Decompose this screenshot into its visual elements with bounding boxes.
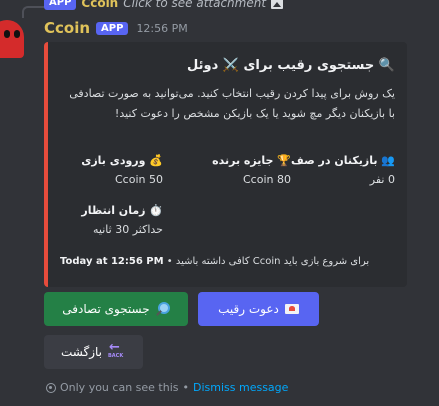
field-name: 💰 ورودی بازی: [81, 154, 163, 167]
ephemeral-separator: •: [182, 381, 190, 394]
field-value: 80 Ccoin: [243, 173, 291, 186]
field-wait-time: ⏱️ زمان انتظار حداکثر 30 ثانیه: [63, 204, 163, 236]
author-name[interactable]: Ccoin: [44, 19, 90, 37]
referenced-message[interactable]: APP Ccoin Click to see attachment: [44, 0, 284, 12]
back-button[interactable]: بازگشت: [44, 335, 143, 369]
message-timestamp: 12:56 PM: [136, 21, 188, 35]
field-value: حداکثر 30 ثانیه: [93, 223, 163, 236]
reference-author[interactable]: Ccoin: [81, 0, 118, 10]
app-badge: APP: [96, 21, 129, 35]
back-label: بازگشت: [61, 345, 102, 359]
field-value: 50 Ccoin: [115, 173, 163, 186]
field-name: ⏱️ زمان انتظار: [81, 204, 163, 217]
field-prize: 🏆 جایزه برنده 80 Ccoin: [191, 154, 291, 186]
ephemeral-note: Only you can see this • Dismiss message: [46, 381, 288, 394]
random-search-button[interactable]: جستجوی تصادفی: [44, 292, 188, 326]
field-queue: 👥 بازیکنان در صف 0 نفر: [290, 154, 395, 186]
ephemeral-text: Only you can see this: [60, 381, 179, 394]
magnifier-icon: [156, 302, 170, 316]
footer-text: برای شروع بازی باید Ccoin کافی داشته باش…: [175, 256, 370, 267]
field-entry-fee: 💰 ورودی بازی 50 Ccoin: [63, 154, 163, 186]
field-value: 0 نفر: [369, 173, 395, 186]
field-name: 👥 بازیکنان در صف: [290, 154, 395, 167]
avatar[interactable]: [0, 20, 28, 60]
invite-opponent-label: دعوت رقیب: [218, 302, 279, 316]
field-name: 🏆 جایزه برنده: [212, 154, 291, 167]
image-icon: [271, 0, 284, 9]
envelope-icon: [284, 304, 299, 314]
embed-title: 🔍 جستجوی رقیب برای ⚔️ دوئل: [187, 58, 395, 73]
message-header: Ccoin APP 12:56 PM: [44, 18, 188, 38]
reply-connector: [22, 6, 44, 18]
footer-separator: •: [166, 256, 173, 267]
ghost-avatar-icon: [0, 20, 24, 58]
footer-time: Today at 12:56 PM: [60, 256, 164, 267]
embed-card: 🔍 جستجوی رقیب برای ⚔️ دوئل یک روش برای پ…: [44, 42, 407, 287]
back-arrow-icon: [108, 340, 126, 359]
app-badge: APP: [44, 0, 77, 10]
dismiss-message-link[interactable]: Dismiss message: [193, 381, 288, 394]
eye-icon: [46, 382, 56, 393]
invite-opponent-button[interactable]: دعوت رقیب: [198, 292, 319, 326]
random-search-label: جستجوی تصادفی: [62, 302, 150, 316]
reference-hint[interactable]: Click to see attachment: [123, 0, 266, 10]
embed-footer: Today at 12:56 PM • برای شروع بازی باید …: [60, 256, 369, 267]
embed-description: یک روش برای پیدا کردن رقیب انتخاب کنید. …: [69, 87, 395, 120]
